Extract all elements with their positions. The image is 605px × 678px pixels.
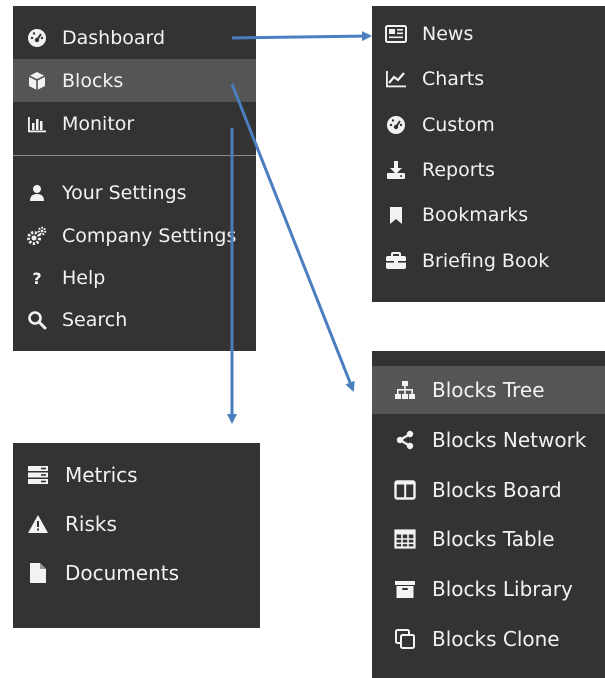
submenu-label-news: News <box>422 22 474 45</box>
submenu-label-blocks-network: Blocks Network <box>432 428 587 452</box>
table-icon <box>392 527 418 551</box>
submenu-item-documents[interactable]: Documents <box>13 548 260 597</box>
file-icon <box>25 561 51 585</box>
submenu-item-risks[interactable]: Risks <box>13 499 260 548</box>
submenu-label-blocks-board: Blocks Board <box>432 478 562 502</box>
warning-icon <box>25 512 51 536</box>
blocks-submenu: Blocks Tree Blocks Network Blocks Board … <box>372 351 605 678</box>
submenu-label-custom: Custom <box>422 113 495 136</box>
menu-label-monitor: Monitor <box>62 112 135 135</box>
menu-label-dashboard: Dashboard <box>62 26 166 49</box>
submenu-item-reports[interactable]: Reports <box>372 147 605 192</box>
search-icon <box>26 309 48 331</box>
gears-icon <box>26 225 48 247</box>
main-menu: Dashboard Blocks Monitor Your Settings C… <box>13 6 256 351</box>
submenu-label-briefing-book: Briefing Book <box>422 249 550 272</box>
menu-item-help[interactable]: ? Help <box>13 256 256 299</box>
menu-item-your-settings[interactable]: Your Settings <box>13 171 256 214</box>
submenu-item-charts[interactable]: Charts <box>372 56 605 101</box>
share-icon <box>392 428 418 452</box>
columns-icon <box>392 478 418 502</box>
menu-divider <box>13 155 256 156</box>
question-icon: ? <box>26 267 48 289</box>
dashboard-icon <box>384 114 408 136</box>
submenu-item-briefing-book[interactable]: Briefing Book <box>372 238 605 283</box>
submenu-item-blocks-table[interactable]: Blocks Table <box>372 515 605 563</box>
submenu-item-custom[interactable]: Custom <box>372 102 605 147</box>
clone-icon <box>392 627 418 651</box>
download-icon <box>384 159 408 181</box>
submenu-label-risks: Risks <box>65 511 117 536</box>
menu-item-blocks[interactable]: Blocks <box>13 59 256 102</box>
submenu-label-metrics: Metrics <box>65 462 138 487</box>
dashboard-submenu: News Charts Custom Reports Bookmarks Bri… <box>372 6 605 302</box>
menu-label-search: Search <box>62 308 128 331</box>
menu-item-search[interactable]: Search <box>13 298 256 341</box>
svg-text:?: ? <box>32 269 41 288</box>
submenu-item-metrics[interactable]: Metrics <box>13 450 260 499</box>
submenu-label-bookmarks: Bookmarks <box>422 203 529 226</box>
submenu-item-blocks-library[interactable]: Blocks Library <box>372 565 605 613</box>
menu-label-blocks: Blocks <box>62 69 124 92</box>
bar-chart-icon <box>26 113 48 135</box>
newspaper-icon <box>384 23 408 45</box>
bookmark-icon <box>384 204 408 226</box>
submenu-label-blocks-library: Blocks Library <box>432 577 573 601</box>
dashboard-icon <box>26 27 48 49</box>
archive-icon <box>392 577 418 601</box>
submenu-label-reports: Reports <box>422 158 495 181</box>
sitemap-icon <box>392 378 418 402</box>
submenu-item-blocks-network[interactable]: Blocks Network <box>372 416 605 464</box>
submenu-item-blocks-board[interactable]: Blocks Board <box>372 466 605 514</box>
submenu-item-bookmarks[interactable]: Bookmarks <box>372 192 605 237</box>
line-chart-icon <box>384 68 408 90</box>
submenu-label-blocks-clone: Blocks Clone <box>432 627 560 651</box>
submenu-item-news[interactable]: News <box>372 11 605 56</box>
submenu-label-blocks-tree: Blocks Tree <box>432 378 545 402</box>
submenu-label-blocks-table: Blocks Table <box>432 527 555 551</box>
menu-item-monitor[interactable]: Monitor <box>13 102 256 145</box>
menu-label-help: Help <box>62 266 106 289</box>
cube-icon <box>26 70 48 92</box>
submenu-item-blocks-tree[interactable]: Blocks Tree <box>372 366 605 414</box>
submenu-item-blocks-clone[interactable]: Blocks Clone <box>372 615 605 663</box>
user-icon <box>26 182 48 204</box>
submenu-label-charts: Charts <box>422 67 485 90</box>
menu-item-company-settings[interactable]: Company Settings <box>13 214 256 257</box>
server-icon <box>25 463 51 487</box>
briefcase-icon <box>384 250 408 272</box>
submenu-label-documents: Documents <box>65 560 180 585</box>
menu-label-company-settings: Company Settings <box>62 224 237 247</box>
menu-item-dashboard[interactable]: Dashboard <box>13 16 256 59</box>
monitor-submenu: Metrics Risks Documents <box>13 443 260 628</box>
menu-label-your-settings: Your Settings <box>62 181 187 204</box>
